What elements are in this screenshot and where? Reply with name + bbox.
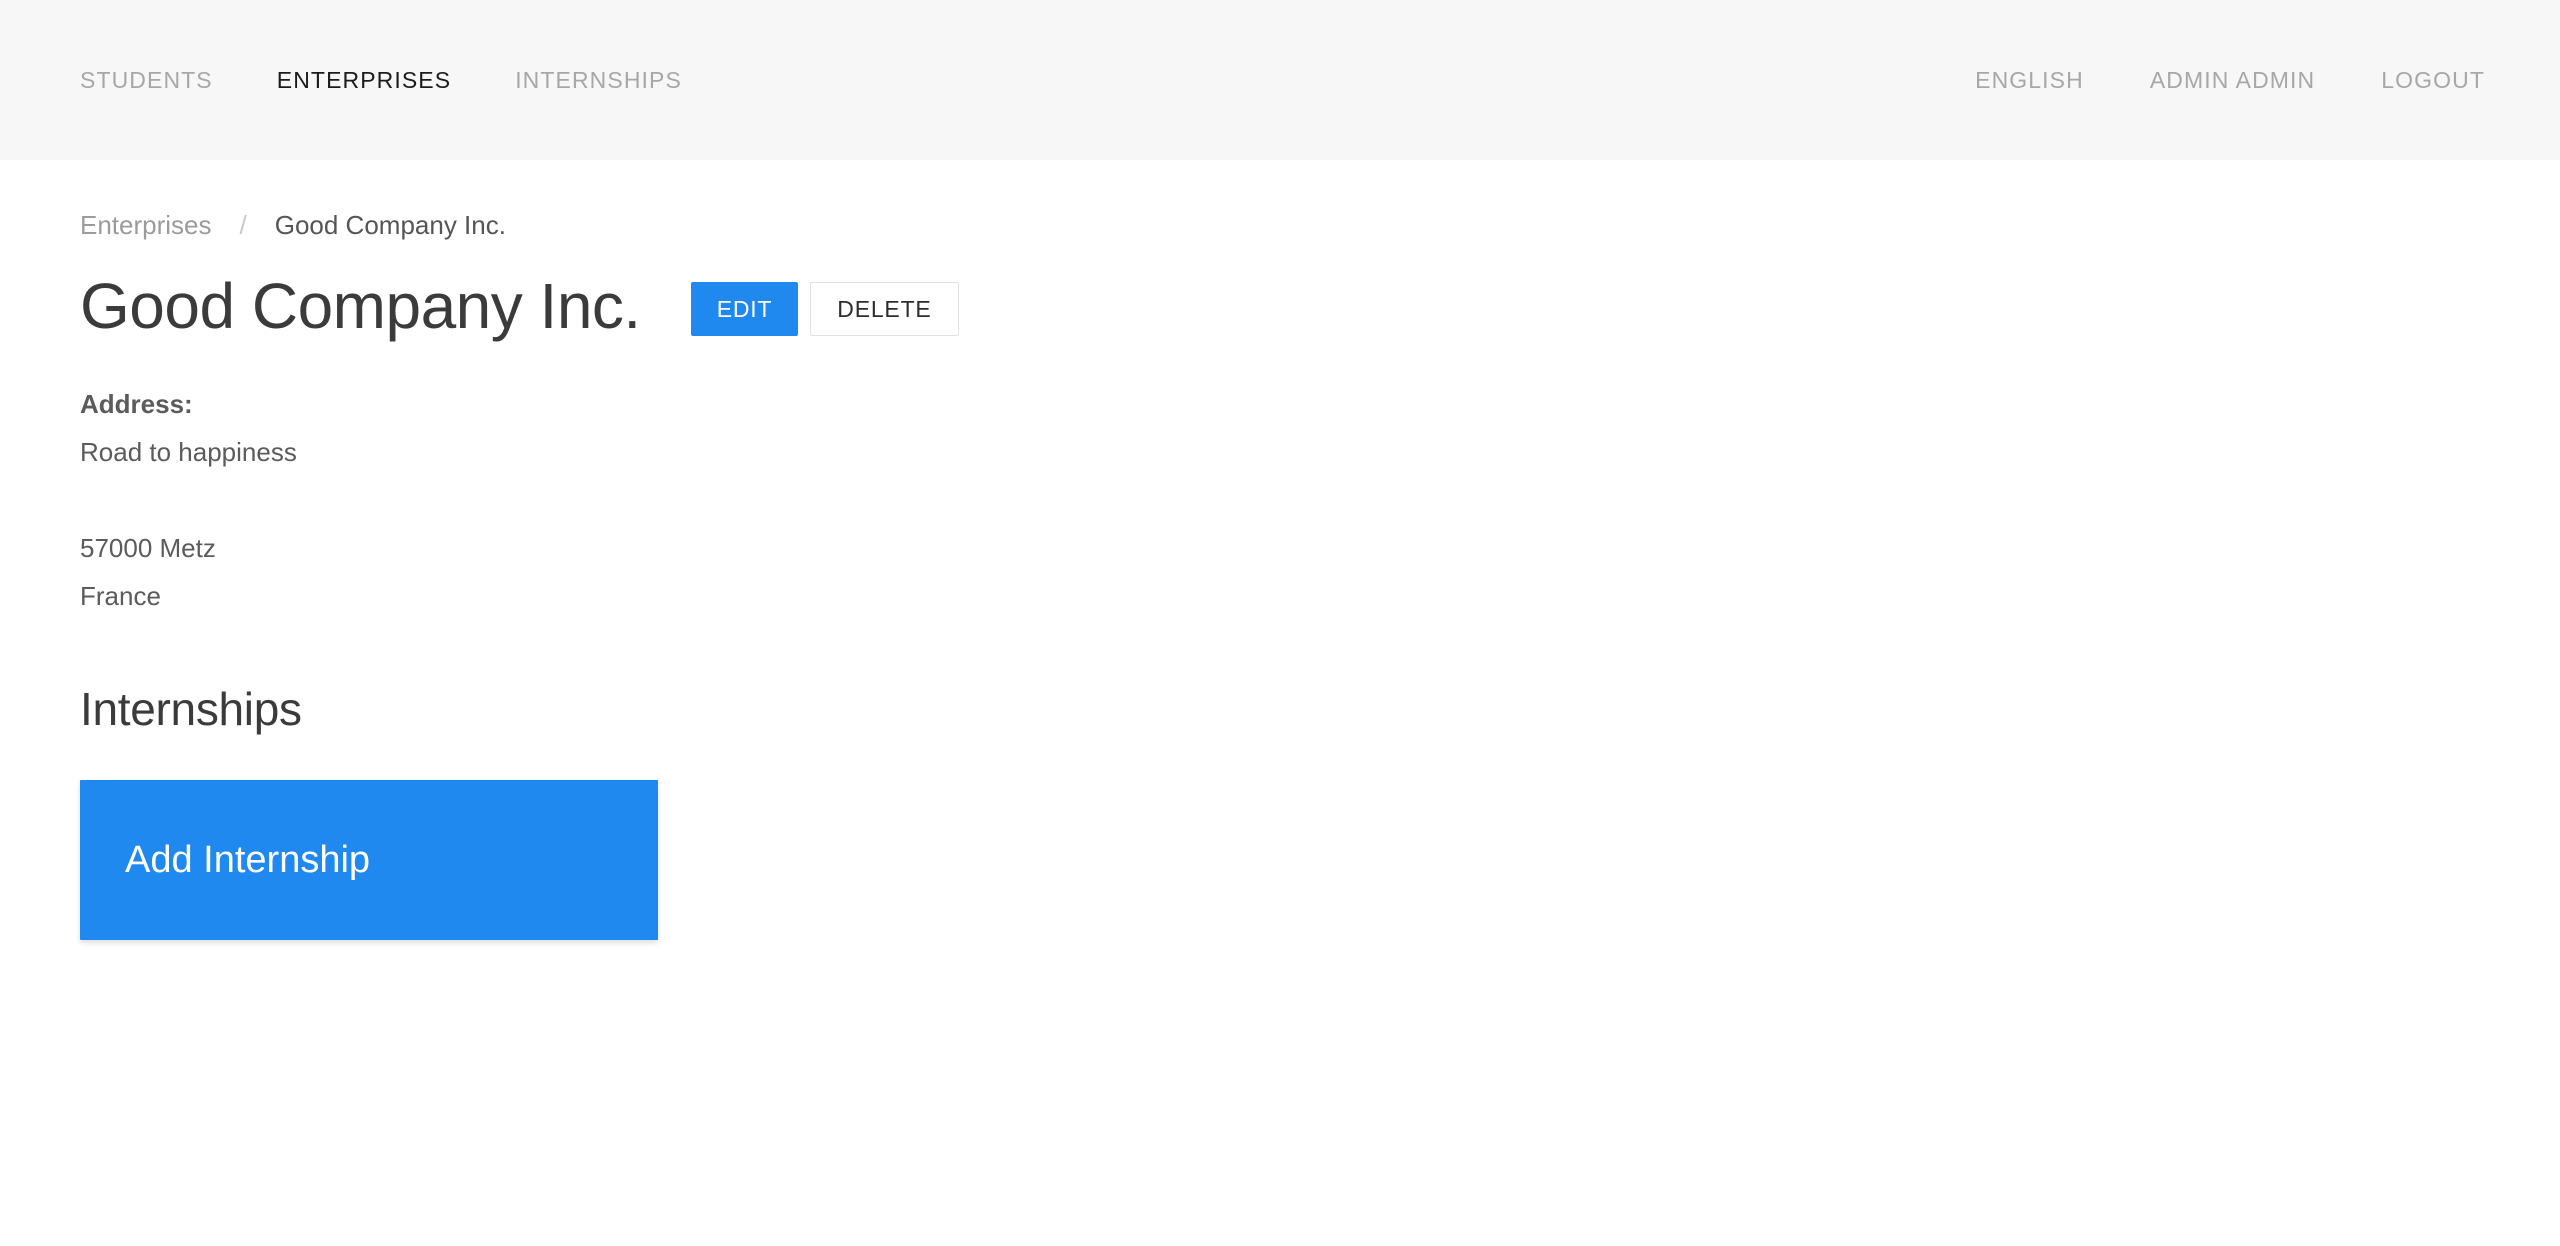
breadcrumb-link-enterprises[interactable]: Enterprises xyxy=(80,212,212,238)
address-street: Road to happiness xyxy=(80,437,297,467)
breadcrumb: Enterprises / Good Company Inc. xyxy=(80,160,2480,238)
page-title: Good Company Inc. xyxy=(80,270,641,342)
address-block: Address: Road to happiness 57000 Metz Fr… xyxy=(80,380,2480,620)
delete-button[interactable]: DELETE xyxy=(810,282,959,336)
nav-item-language[interactable]: English xyxy=(1975,68,2084,92)
breadcrumb-current: Good Company Inc. xyxy=(274,210,506,240)
nav-item-account[interactable]: Admin Admin xyxy=(2150,68,2315,92)
enterprise-actions: EDIT DELETE xyxy=(690,282,959,336)
primary-nav: Students Enterprises Internships xyxy=(80,68,682,92)
nav-item-internships[interactable]: Internships xyxy=(515,68,682,92)
title-row: Good Company Inc. EDIT DELETE xyxy=(80,274,2480,338)
internships-section-title: Internships xyxy=(80,683,302,735)
address-city: 57000 Metz xyxy=(80,533,216,563)
breadcrumb-separator: / xyxy=(239,210,247,240)
page-content: Enterprises / Good Company Inc. Good Com… xyxy=(0,160,2560,940)
edit-button[interactable]: EDIT xyxy=(690,282,799,336)
nav-item-enterprises[interactable]: Enterprises xyxy=(277,68,451,92)
address-country: France xyxy=(80,581,161,611)
nav-item-students[interactable]: Students xyxy=(80,68,213,92)
address-spacer xyxy=(80,476,2480,524)
add-internship-button[interactable]: Add Internship xyxy=(80,780,658,940)
address-label: Address: xyxy=(80,389,193,419)
nav-item-logout[interactable]: Logout xyxy=(2381,68,2485,92)
secondary-nav: English Admin Admin Logout xyxy=(1975,68,2485,92)
top-navigation-bar: Students Enterprises Internships English… xyxy=(0,0,2560,160)
